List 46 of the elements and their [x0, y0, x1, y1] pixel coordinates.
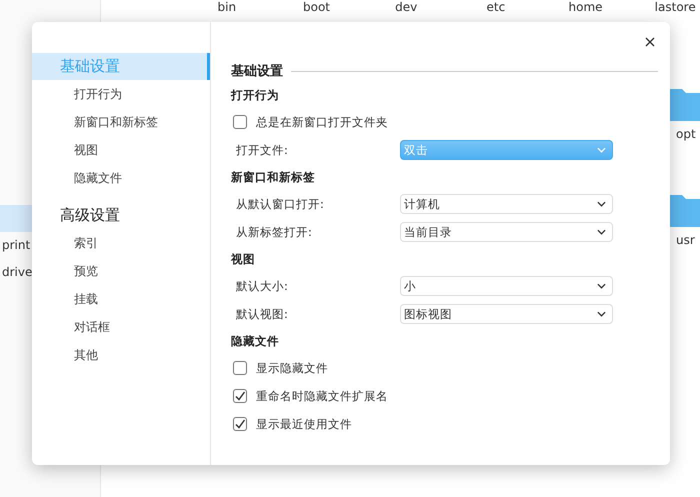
field-label: 默认视图: — [236, 306, 289, 322]
folder-label: lastore — [654, 0, 697, 14]
folder-label: opt — [676, 127, 696, 141]
folder-label: dev — [394, 0, 418, 14]
checkbox[interactable] — [233, 115, 247, 129]
field-label: 从新标签打开: — [236, 224, 313, 240]
folder-label: bin — [216, 0, 238, 14]
nav-group[interactable]: 高级设置 — [32, 202, 210, 229]
checkbox[interactable] — [233, 361, 247, 375]
nav-item[interactable]: 新窗口和新标签 — [32, 108, 210, 136]
chevron-down-icon — [597, 229, 606, 235]
section-title: 新窗口和新标签 — [231, 169, 316, 186]
dropdown[interactable]: 计算机 — [400, 194, 613, 214]
nav-item[interactable]: 挂载 — [32, 285, 210, 313]
section-title: 打开行为 — [231, 87, 280, 104]
checkbox[interactable] — [233, 417, 247, 431]
nav-item[interactable]: 预览 — [32, 257, 210, 285]
folder-label: home — [568, 0, 604, 14]
folder-label: etc — [486, 0, 506, 14]
chevron-down-icon — [597, 311, 606, 317]
folder-label: boot — [302, 0, 332, 14]
chevron-down-icon — [597, 201, 606, 207]
page-title: 基础设置 — [231, 63, 283, 80]
nav-item[interactable]: 打开行为 — [32, 80, 210, 108]
checkbox-label: 总是在新窗口打开文件夹 — [256, 114, 388, 130]
field-label: 打开文件: — [236, 142, 289, 158]
close-icon[interactable] — [644, 36, 656, 48]
dropdown[interactable]: 小 — [400, 276, 613, 296]
chevron-down-icon — [597, 283, 606, 289]
nav-item[interactable]: 对话框 — [32, 313, 210, 341]
nav-item[interactable]: 其他 — [32, 341, 210, 369]
section-title: 视图 — [231, 251, 256, 268]
chevron-down-icon — [597, 147, 606, 153]
checkbox-label: 显示隐藏文件 — [256, 360, 328, 376]
checkbox-label: 重命名时隐藏文件扩展名 — [256, 388, 388, 404]
checkbox-label: 显示最近使用文件 — [256, 416, 352, 432]
section-title: 隐藏文件 — [231, 333, 280, 350]
nav-item[interactable]: 索引 — [32, 229, 210, 257]
folder-label: usr — [676, 233, 695, 247]
nav-item[interactable]: 视图 — [32, 136, 210, 164]
checkbox[interactable] — [233, 389, 247, 403]
nav-item[interactable]: 隐藏文件 — [32, 164, 210, 192]
field-label: 默认大小: — [236, 278, 289, 294]
dropdown[interactable]: 当前目录 — [400, 222, 613, 242]
field-label: 从默认窗口打开: — [236, 196, 325, 212]
dropdown[interactable]: 图标视图 — [400, 304, 613, 324]
